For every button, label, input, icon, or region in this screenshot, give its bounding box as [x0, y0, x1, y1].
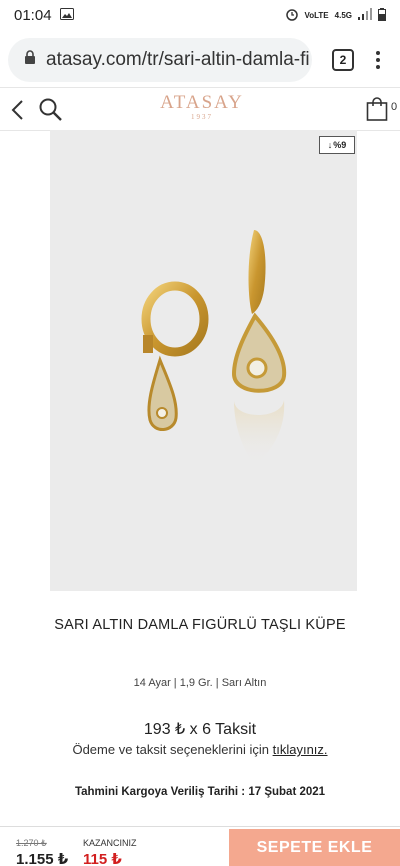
earrings-image	[141, 230, 287, 466]
tab-switcher-button[interactable]: 2	[332, 49, 354, 71]
delivery-date: Tahmini Kargoya Veriliş Tarihi : 17 Şuba…	[74, 786, 326, 798]
product-image[interactable]: ↓ %9	[50, 130, 357, 591]
arrow-down-icon: ↓	[327, 140, 333, 150]
browser-toolbar: atasay.com/tr/sari-altin-damla-fi 2	[0, 36, 400, 84]
url-text: atasay.com/tr/sari-altin-damla-fi	[46, 49, 310, 70]
cart-count: 0	[391, 101, 398, 113]
installment-options-link[interactable]: tıklayınız.	[273, 742, 328, 757]
current-price: 1.155 ₺	[16, 851, 69, 866]
add-to-cart-button[interactable]: SEPETE EKLE	[229, 829, 400, 866]
volte-indicator: VoLTE	[304, 10, 329, 20]
cart-button[interactable]	[366, 96, 388, 122]
menu-dot-icon	[376, 65, 380, 69]
browser-menu-button[interactable]	[376, 51, 380, 69]
status-bar: 01:04 VoLTE 4.5G	[0, 0, 400, 30]
product-specs: 14 Ayar | 1,9 Gr. | Sarı Altın	[133, 677, 267, 689]
menu-dot-icon	[376, 58, 380, 62]
installment-info: 193 ₺ x 6 Taksit	[143, 721, 257, 738]
site-header: ATASAY 1937 0	[0, 87, 400, 131]
brand-logo[interactable]: ATASAY 1937	[150, 92, 254, 121]
signal-icon	[358, 8, 372, 22]
shopping-bag-icon	[366, 97, 388, 121]
battery-icon	[378, 7, 386, 23]
search-button[interactable]	[38, 96, 64, 124]
gallery-notification-icon	[59, 7, 74, 24]
savings-amount: 115 ₺	[83, 851, 122, 866]
old-price: 1.270 ₺	[16, 838, 47, 848]
logo-word: ATASAY	[160, 92, 244, 113]
purchase-bar: 1.270 ₺ 1.155 ₺ KAZANCINIZ 115 ₺ SEPETE …	[0, 826, 400, 866]
logo-year: 1937	[191, 113, 213, 121]
alarm-icon	[285, 7, 299, 23]
menu-dot-icon	[376, 51, 380, 55]
discount-badge: ↓ %9	[319, 136, 355, 154]
product-title: SARI ALTIN DAMLA FIGÜRLÜ TAŞLI KÜPE	[54, 617, 346, 633]
discount-value: %9	[333, 140, 347, 150]
installment-note: Ödeme ve taksit seçeneklerini için tıkla…	[0, 742, 400, 757]
network-type-indicator: 4.5G	[334, 10, 352, 20]
back-button[interactable]	[8, 98, 28, 122]
installment-note-text: Ödeme ve taksit seçeneklerini için	[72, 742, 269, 757]
search-icon	[39, 98, 62, 121]
status-time: 01:04	[14, 6, 52, 24]
savings-label: KAZANCINIZ	[83, 838, 137, 848]
lock-icon	[24, 50, 36, 70]
address-bar[interactable]: atasay.com/tr/sari-altin-damla-fi	[8, 38, 312, 82]
